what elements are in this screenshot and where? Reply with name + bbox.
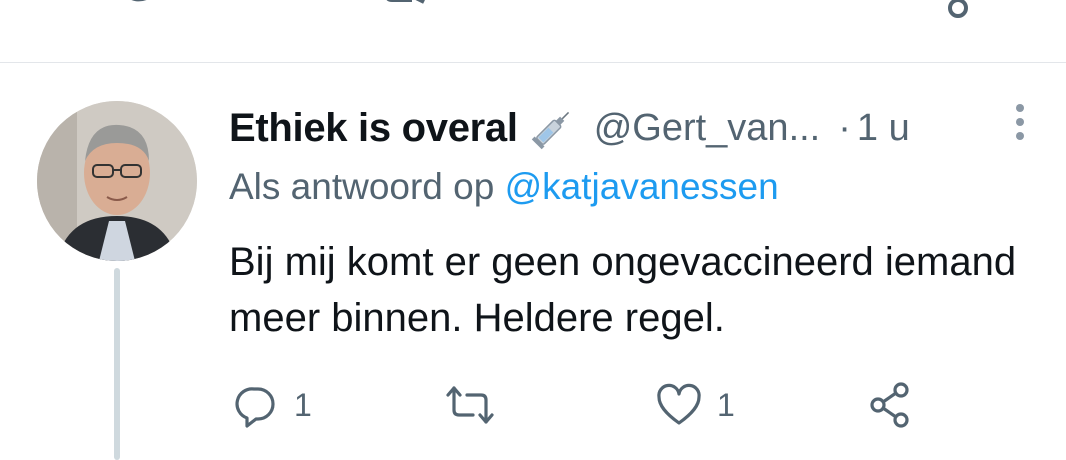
- tweet-actions: 1 1: [0, 380, 1066, 430]
- share-button[interactable]: [866, 380, 914, 430]
- separator-dot: ·: [838, 106, 851, 149]
- reply-button[interactable]: 1: [232, 380, 312, 430]
- retweet-button[interactable]: [440, 380, 514, 430]
- tweet-divider: [0, 62, 1066, 63]
- avatar-portrait: [37, 101, 197, 261]
- tweet-header: Ethiek is overal @Gert_van... · 1 u: [229, 103, 910, 153]
- previous-tweet-actions: [0, 0, 1066, 30]
- reply-icon: [235, 387, 275, 428]
- reply-prefix: Als antwoord op: [229, 166, 505, 207]
- user-handle[interactable]: @Gert_van...: [594, 107, 821, 150]
- reply-count: 1: [294, 386, 312, 423]
- like-button[interactable]: 1: [655, 380, 735, 430]
- display-name[interactable]: Ethiek is overal: [229, 106, 518, 151]
- share-icon: [870, 382, 909, 428]
- retweet-icon: [446, 386, 494, 424]
- previous-share-icon[interactable]: [920, 0, 980, 18]
- syringe-icon: [530, 105, 576, 151]
- tweet-text: Bij mij komt er geen ongevaccineerd iema…: [229, 240, 1017, 340]
- previous-reply-icon[interactable]: [110, 0, 160, 18]
- like-count: 1: [717, 386, 735, 423]
- timestamp[interactable]: 1 u: [857, 107, 910, 150]
- previous-like-icon[interactable]: [650, 0, 700, 18]
- previous-retweet-icon[interactable]: [382, 0, 442, 18]
- more-options-icon[interactable]: [1010, 100, 1030, 144]
- thread-line: [114, 268, 120, 460]
- reply-context: Als antwoord op @katjavanessen: [229, 166, 779, 208]
- avatar[interactable]: [37, 101, 197, 261]
- heart-icon: [657, 383, 701, 425]
- reply-mention-link[interactable]: @katjavanessen: [505, 166, 779, 207]
